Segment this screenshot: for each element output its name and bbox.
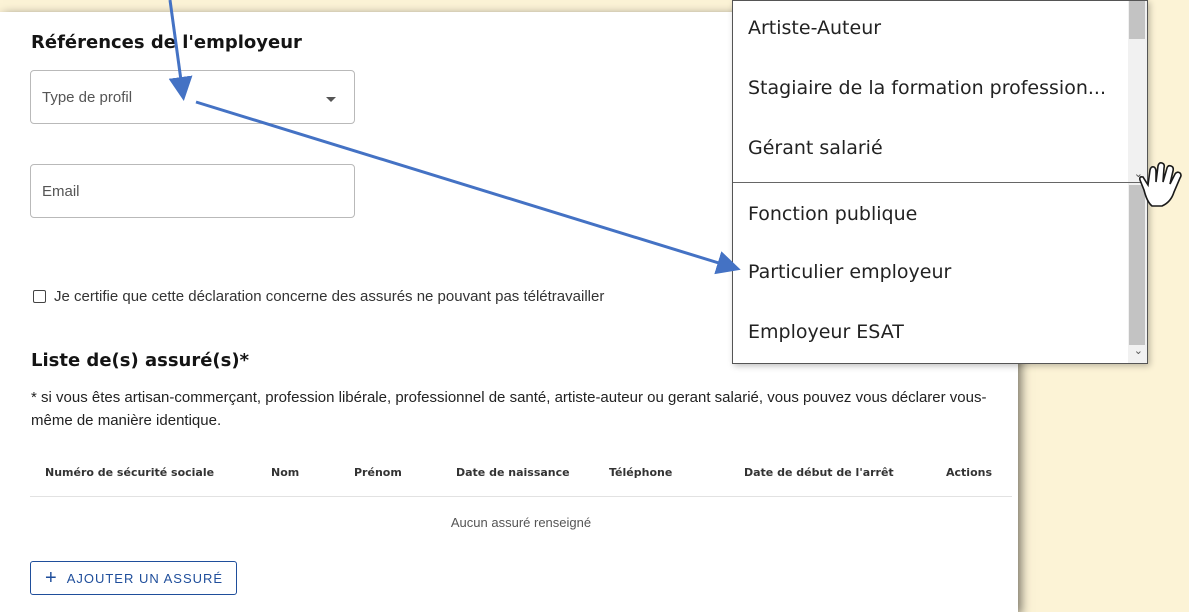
add-insured-button[interactable]: + Ajouter un assuré	[30, 561, 237, 595]
email-field[interactable]: Email	[30, 164, 355, 218]
certify-label: Je certifie que cette déclaration concer…	[54, 288, 605, 305]
insured-note: * si vous êtes artisan-commerçant, profe…	[31, 389, 987, 429]
column-header-firstname: Prénom	[354, 466, 402, 479]
column-header-phone: Téléphone	[609, 466, 673, 479]
hand-pointer-icon	[1139, 162, 1182, 207]
dropdown-option-artiste-auteur[interactable]: Artiste-Auteur	[748, 17, 881, 39]
dropdown-option-gerant-salarie[interactable]: Gérant salarié	[748, 137, 883, 159]
column-header-actions: Actions	[946, 466, 992, 479]
column-header-start-date: Date de début de l'arrêt	[744, 466, 894, 479]
employer-section-title: Références de l'employeur	[31, 32, 302, 53]
dropdown-scroll-thumb[interactable]	[1129, 1, 1145, 39]
plus-icon: +	[45, 567, 57, 589]
certify-checkbox[interactable]	[33, 290, 46, 303]
chevron-down-icon	[326, 97, 336, 102]
scroll-down-arrow-icon-lower[interactable]: ⌄	[1134, 344, 1143, 357]
dropdown-option-fonction-publique[interactable]: Fonction publique	[748, 203, 917, 225]
table-divider	[30, 496, 1012, 497]
empty-table-message: Aucun assuré renseigné	[450, 515, 592, 530]
add-insured-label: Ajouter un assuré	[66, 570, 224, 586]
dropdown-option-stagiaire[interactable]: Stagiaire de la formation profession...	[748, 77, 1106, 99]
profile-type-select[interactable]: Type de profil	[30, 70, 355, 124]
profile-type-placeholder: Type de profil	[42, 89, 133, 106]
dropdown-divider	[733, 182, 1147, 183]
column-header-name: Nom	[271, 466, 300, 479]
column-header-birthdate: Date de naissance	[456, 466, 570, 479]
dropdown-option-employeur-esat[interactable]: Employeur ESAT	[748, 321, 904, 343]
insured-list-title: Liste de(s) assuré(s)*	[31, 350, 250, 371]
dropdown-option-particulier-employeur[interactable]: Particulier employeur	[748, 261, 951, 283]
column-header-ssn: Numéro de sécurité sociale	[45, 466, 215, 479]
email-placeholder: Email	[42, 183, 80, 200]
profile-type-dropdown: ⌄ ⌄ Artiste-Auteur Stagiaire de la forma…	[732, 0, 1148, 364]
